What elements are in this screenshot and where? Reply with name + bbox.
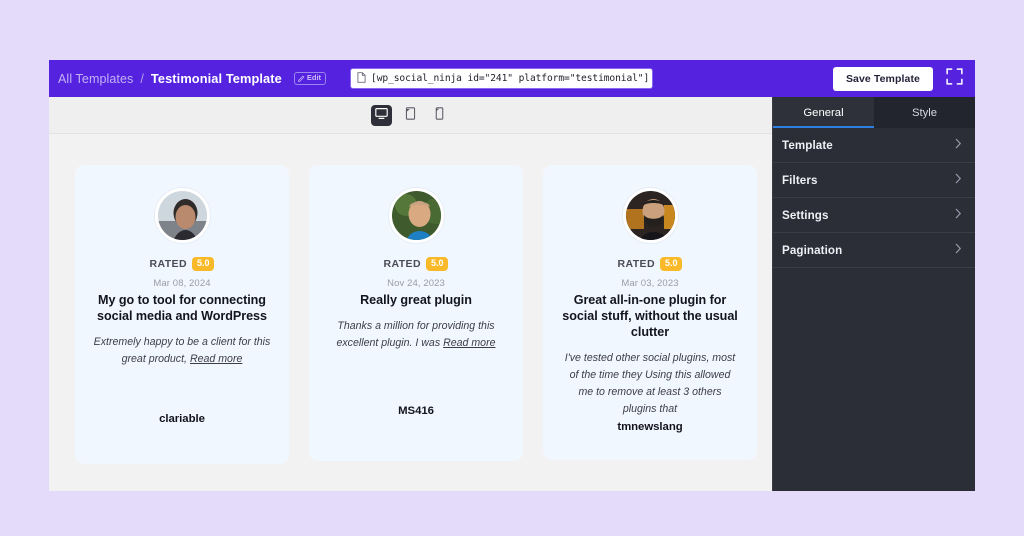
preview-pane: RATED 5.0 Mar 08, 2024 My go to tool for… [49,97,772,491]
breadcrumb-all-templates[interactable]: All Templates [58,72,133,86]
device-tablet-button[interactable] [400,105,421,126]
read-more-link[interactable]: Read more [443,337,495,349]
shortcode-field[interactable]: [wp_social_ninja id="241" platform="test… [350,68,654,89]
settings-sidebar: General Style Template Filters Settings [772,97,975,491]
sidebar-item-label: Filters [782,173,818,187]
save-template-button[interactable]: Save Template [832,66,933,91]
pencil-icon [298,75,305,82]
chevron-right-icon [955,241,962,259]
shortcode-text: [wp_social_ninja id="241" platform="test… [371,73,650,84]
rating-value: 5.0 [191,257,215,271]
review-date: Nov 24, 2023 [387,278,445,289]
device-mobile-button[interactable] [429,105,450,126]
testimonial-cards-row: RATED 5.0 Mar 08, 2024 My go to tool for… [49,165,772,464]
sidebar-item-template[interactable]: Template [773,128,975,163]
fullscreen-icon[interactable] [946,67,963,90]
rating-value: 5.0 [425,257,449,271]
rating-value: 5.0 [659,257,683,271]
review-title: Great all-in-one plugin for social stuff… [562,293,738,339]
edit-badge-label: Edit [306,73,322,83]
tablet-icon [405,107,416,123]
document-icon [357,70,366,88]
review-body: Extremely happy to be a client for this … [93,334,271,368]
app-window: All Templates / Testimonial Template Edi… [49,60,975,491]
avatar [154,188,210,243]
review-author: clariable [159,413,205,425]
rated-label: RATED [617,258,655,270]
chevron-right-icon [955,171,962,189]
device-toolbar [49,97,772,134]
workspace: RATED 5.0 Mar 08, 2024 My go to tool for… [49,97,975,491]
testimonial-card[interactable]: RATED 5.0 Mar 03, 2023 Great all-in-one … [543,165,757,460]
rated-label: RATED [149,258,187,270]
review-body-text: Extremely happy to be a client for this … [93,335,271,366]
sidebar-item-filters[interactable]: Filters [773,163,975,198]
breadcrumb-current-template: Testimonial Template [150,71,282,86]
sidebar-tabs: General Style [773,97,975,128]
top-bar: All Templates / Testimonial Template Edi… [49,60,975,97]
rated-label: RATED [383,258,421,270]
sidebar-item-label: Pagination [782,243,843,257]
testimonial-canvas: RATED 5.0 Mar 08, 2024 My go to tool for… [49,134,772,491]
avatar [388,188,444,243]
tab-general[interactable]: General [773,97,874,128]
chevron-right-icon [955,206,962,224]
device-desktop-button[interactable] [371,104,392,126]
avatar [622,188,678,243]
review-author: tmnewslang [617,421,683,433]
chevron-right-icon [955,136,962,154]
sidebar-item-pagination[interactable]: Pagination [773,233,975,268]
breadcrumb-separator: / [140,71,144,86]
sidebar-item-label: Settings [782,208,829,222]
read-more-link[interactable]: Read more [190,353,242,365]
review-title: My go to tool for connecting social medi… [97,293,267,323]
breadcrumb: All Templates / Testimonial Template Edi… [58,71,327,86]
sidebar-item-settings[interactable]: Settings [773,198,975,233]
sidebar-item-label: Template [782,138,833,152]
top-bar-actions: Save Template [832,66,963,91]
review-date: Mar 08, 2024 [153,278,211,289]
review-title: Really great plugin [360,293,472,307]
review-date: Mar 03, 2023 [621,278,679,289]
testimonial-card[interactable]: RATED 5.0 Nov 24, 2023 Really great plug… [309,165,523,461]
rating-row: RATED 5.0 [384,257,449,271]
review-author: MS416 [398,405,434,417]
tab-style[interactable]: Style [874,97,975,128]
review-body: I've tested other social plugins, most o… [564,351,736,416]
review-body: Thanks a million for providing this exce… [327,318,505,352]
edit-template-button[interactable]: Edit [293,72,327,85]
mobile-icon [435,107,444,123]
desktop-icon [375,107,388,123]
rating-row: RATED 5.0 [618,257,683,271]
testimonial-card[interactable]: RATED 5.0 Mar 08, 2024 My go to tool for… [75,165,289,464]
rating-row: RATED 5.0 [150,257,215,271]
